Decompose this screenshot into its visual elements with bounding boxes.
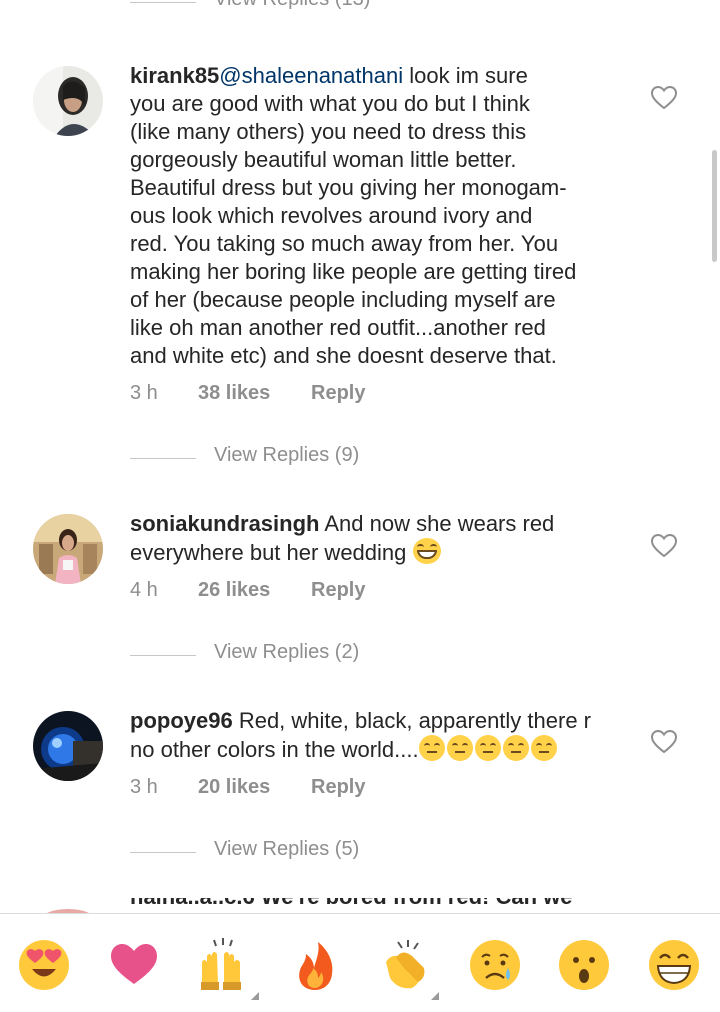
comment-line: ous look which revolves around ivory and	[130, 203, 533, 228]
reply-button[interactable]: Reply	[311, 579, 365, 602]
like-heart-icon[interactable]	[650, 728, 678, 756]
scrollbar[interactable]	[712, 150, 717, 262]
clapping-hands-icon[interactable]	[378, 938, 432, 992]
avatar[interactable]	[33, 66, 103, 136]
fire-icon[interactable]	[288, 938, 342, 992]
sad-face-icon[interactable]	[468, 938, 522, 992]
replies-divider	[130, 2, 196, 3]
view-replies[interactable]: View Replies (9)	[130, 442, 430, 472]
view-replies-top[interactable]: View Replies (13)	[0, 0, 720, 16]
likes-count[interactable]: 26 likes	[198, 579, 311, 602]
comment-line: everywhere but her wedding	[130, 540, 413, 565]
comment-line: no other colors in the world....	[130, 737, 419, 762]
comment-meta: 3 h 38 likes Reply	[130, 382, 365, 405]
comment-line: of her (because people including myself …	[130, 287, 556, 312]
surprised-face-icon[interactable]	[557, 938, 611, 992]
comment-line: look im sure	[403, 63, 528, 88]
comment-time: 3 h	[130, 776, 158, 798]
partial-comment: naina..a..c.6 We're bored from red! Can …	[130, 898, 630, 912]
eye-roll-emoji-icon	[502, 735, 529, 761]
comment-text: soniakundrasingh And now she wears red e…	[130, 510, 650, 567]
avatar[interactable]	[33, 711, 103, 781]
eye-roll-emoji-icon	[530, 735, 557, 761]
like-heart-icon[interactable]	[650, 84, 678, 112]
heart-icon[interactable]	[107, 938, 161, 992]
variant-indicator-icon	[431, 992, 439, 1000]
comment-time: 4 h	[130, 579, 158, 601]
view-replies[interactable]: View Replies (5)	[130, 836, 430, 866]
eye-roll-emoji-icon	[446, 735, 473, 761]
like-heart-icon[interactable]	[650, 532, 678, 560]
comment-line: And now she wears red	[319, 511, 555, 536]
view-replies-label[interactable]: View Replies (5)	[214, 838, 359, 861]
view-replies-label[interactable]: View Replies (9)	[214, 444, 359, 467]
comment-text: kirank85@shaleenanathani look im sure yo…	[130, 62, 650, 370]
comment-username[interactable]: kirank85	[130, 63, 219, 88]
comment-line: you are good with what you do but I thin…	[130, 91, 530, 116]
comment-line: like oh man another red outfit...another…	[130, 315, 546, 340]
emoji-quick-bar	[0, 913, 720, 1012]
likes-count[interactable]: 20 likes	[198, 776, 311, 799]
avatar[interactable]	[33, 514, 103, 584]
laughing-emoji-icon	[412, 538, 441, 564]
raised-hands-icon[interactable]	[196, 938, 250, 992]
comment-line: Beautiful dress but you giving her monog…	[130, 175, 567, 200]
partial-comment-text: naina..a..c.6 We're bored from red! Can …	[130, 898, 630, 910]
comment-line: and white etc) and she doesnt deserve th…	[130, 343, 557, 368]
view-replies-label[interactable]: View Replies (2)	[214, 641, 359, 664]
eye-roll-emoji-icon	[418, 735, 445, 761]
eye-roll-emoji-icon	[474, 735, 501, 761]
comment-username[interactable]: soniakundrasingh	[130, 511, 319, 536]
comment-line: red. You taking so much away from her. Y…	[130, 231, 559, 256]
replies-divider	[130, 655, 196, 656]
comment-username[interactable]: popoye96	[130, 708, 233, 733]
view-replies[interactable]: View Replies (2)	[130, 639, 430, 669]
heart-eyes-icon[interactable]	[17, 938, 71, 992]
replies-divider	[130, 458, 196, 459]
comment-line: making her boring like people are gettin…	[130, 259, 577, 284]
comment-line: gorgeously beautiful woman little better…	[130, 147, 517, 172]
reply-button[interactable]: Reply	[311, 776, 365, 799]
replies-divider	[130, 852, 196, 853]
likes-count[interactable]: 38 likes	[198, 382, 311, 405]
view-replies-label[interactable]: View Replies (13)	[214, 0, 370, 11]
comment-line: (like many others) you need to dress thi…	[130, 119, 527, 144]
reply-button[interactable]: Reply	[311, 382, 365, 405]
variant-indicator-icon	[251, 992, 259, 1000]
comment-line: Red, white, black, apparently there r	[232, 708, 591, 733]
comment-time: 3 h	[130, 382, 158, 404]
comment-text: popoye96 Red, white, black, apparently t…	[130, 707, 650, 764]
comment-meta: 4 h 26 likes Reply	[130, 579, 365, 602]
comment-meta: 3 h 20 likes Reply	[130, 776, 365, 799]
mention-link[interactable]: @shaleenanathani	[219, 63, 403, 88]
grinning-face-icon[interactable]	[647, 938, 701, 992]
